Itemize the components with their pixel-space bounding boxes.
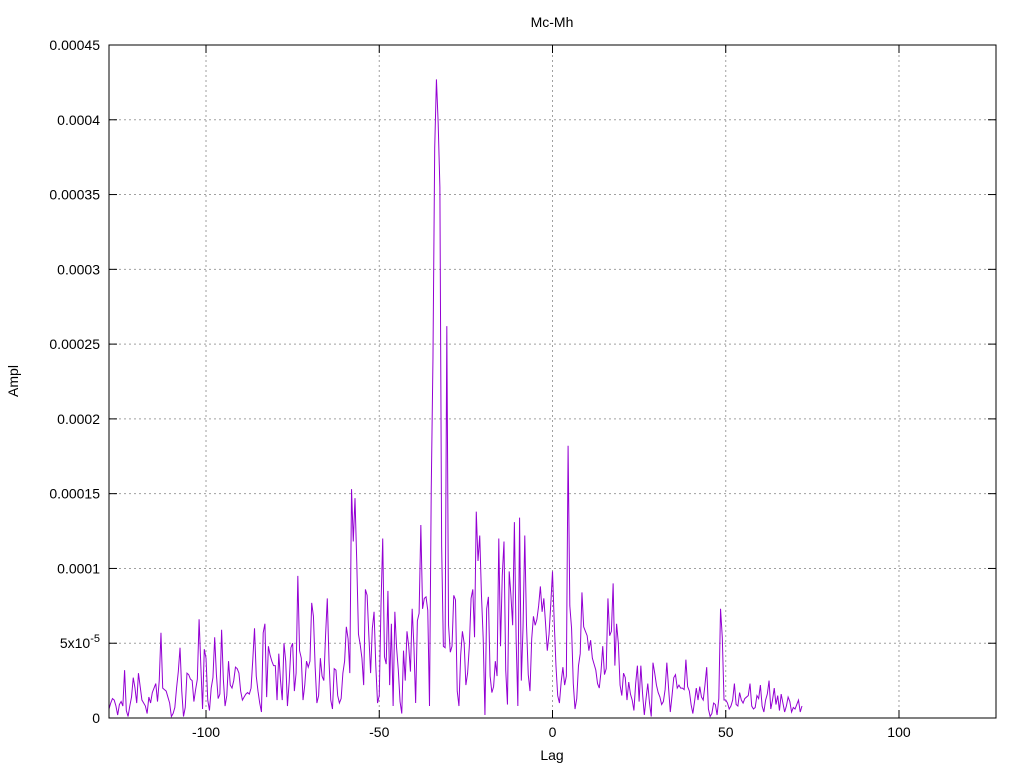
y-tick-label-text: 0.00035: [49, 187, 100, 203]
x-tick-label: 100: [887, 724, 911, 740]
y-tick-label: 0.0003: [57, 261, 100, 277]
y-tick-label: 0.00015: [49, 486, 100, 502]
y-tick-label-text: 0.0004: [57, 112, 100, 128]
y-tick-label-text: 0.0001: [57, 560, 100, 576]
y-tick-label-exponent: -5: [90, 633, 100, 645]
y-axis-label: Ampl: [5, 365, 21, 397]
y-tick-label: 0.00045: [49, 37, 100, 53]
y-tick-label: 0.0002: [57, 411, 100, 427]
y-tick-label-text: 0.00015: [49, 486, 100, 502]
y-tick-label: 0.0001: [57, 560, 100, 576]
y-tick-label-text: 0: [92, 710, 100, 726]
chart-background: [0, 0, 1024, 768]
y-tick-label-text: 5x10: [60, 635, 91, 651]
x-tick-label: -50: [369, 724, 389, 740]
y-tick-label: 0.00035: [49, 187, 100, 203]
x-tick-label: -100: [192, 724, 220, 740]
y-tick-label-text: 0.00045: [49, 37, 100, 53]
chart-title: Mc-Mh: [531, 14, 574, 30]
y-tick-label: 0.0004: [57, 112, 100, 128]
y-tick-label-text: 0.00025: [49, 336, 100, 352]
x-tick-label: 50: [718, 724, 734, 740]
x-tick-label: 0: [549, 724, 557, 740]
y-tick-label-text: 0.0002: [57, 411, 100, 427]
y-tick-label: 0: [92, 710, 100, 726]
y-tick-label: 0.00025: [49, 336, 100, 352]
x-axis-label: Lag: [540, 747, 563, 763]
chart-svg: -100 -50 0 50 100 0 5x10-5 0.0001 0.00015 0.0002 0…: [0, 0, 1024, 768]
y-tick-label-text: 0.0003: [57, 261, 100, 277]
